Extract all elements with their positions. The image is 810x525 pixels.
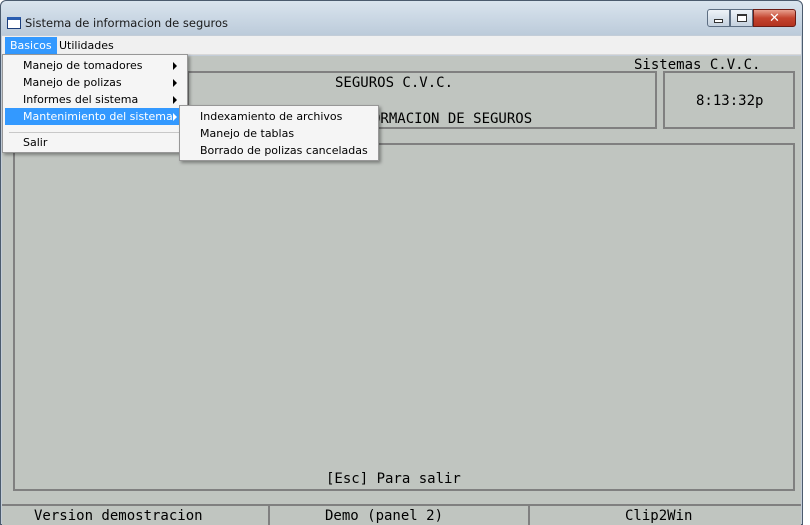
status-divider: [268, 506, 270, 525]
menu-item-label: Indexamiento de archivos: [200, 110, 343, 123]
system-name: ORMACION DE SEGUROS: [372, 111, 533, 127]
menu-item-salir[interactable]: Salir: [5, 134, 185, 151]
status-clip: Clip2Win: [625, 508, 693, 524]
status-version: Version demostracion: [34, 508, 203, 524]
basicos-dropdown: Manejo de tomadores Manejo de polizas In…: [2, 54, 188, 153]
maximize-icon: [736, 14, 747, 22]
window-title: Sistema de informacion de seguros: [25, 16, 229, 30]
menu-item-label: Mantenimiento del sistema: [23, 110, 173, 123]
status-divider: [528, 506, 530, 525]
menu-bar: Basicos Utilidades: [2, 36, 801, 55]
menu-item-label: Manejo de tomadores: [23, 59, 143, 72]
maximize-button[interactable]: [730, 9, 753, 27]
menu-item-borrado-polizas[interactable]: Borrado de polizas canceladas: [182, 142, 376, 159]
title-bar[interactable]: Sistema de informacion de seguros ✕: [1, 1, 802, 35]
submenu-arrow-icon: [173, 96, 177, 104]
menu-item-indexamiento[interactable]: Indexamiento de archivos: [182, 108, 376, 125]
menu-item-label: Manejo de polizas: [23, 76, 122, 89]
menu-basicos[interactable]: Basicos: [5, 37, 57, 54]
status-demo: Demo (panel 2): [325, 508, 444, 524]
menu-utilidades[interactable]: Utilidades: [54, 37, 119, 54]
menu-item-manejo-tomadores[interactable]: Manejo de tomadores: [5, 57, 185, 74]
menu-item-label: Borrado de polizas canceladas: [200, 144, 368, 157]
menu-item-manejo-tablas[interactable]: Manejo de tablas: [182, 125, 376, 142]
menu-item-label: Informes del sistema: [23, 93, 139, 106]
menu-item-label: Salir: [23, 136, 48, 149]
window-app-icon[interactable]: [7, 17, 21, 29]
close-icon: ✕: [769, 10, 780, 26]
status-bar: Version demostracion Demo (panel 2) Clip…: [2, 504, 801, 525]
esc-hint: [Esc] Para salir: [326, 471, 461, 487]
menu-item-label: Manejo de tablas: [200, 127, 295, 140]
minimize-icon: [714, 18, 723, 23]
company-name: SEGUROS C.V.C.: [335, 75, 454, 91]
menu-item-mantenimiento[interactable]: Mantenimiento del sistema: [5, 108, 185, 125]
submenu-arrow-icon: [173, 62, 177, 70]
close-button[interactable]: ✕: [753, 9, 796, 27]
minimize-button[interactable]: [707, 9, 730, 27]
mantenimiento-submenu: Indexamiento de archivos Manejo de tabla…: [179, 105, 379, 161]
menu-separator: [9, 132, 183, 133]
main-panel: [13, 143, 795, 491]
menu-item-manejo-polizas[interactable]: Manejo de polizas: [5, 74, 185, 91]
clock-display: 8:13:32p: [696, 93, 764, 109]
submenu-arrow-icon: [173, 113, 177, 121]
submenu-arrow-icon: [173, 79, 177, 87]
menu-item-informes[interactable]: Informes del sistema: [5, 91, 185, 108]
